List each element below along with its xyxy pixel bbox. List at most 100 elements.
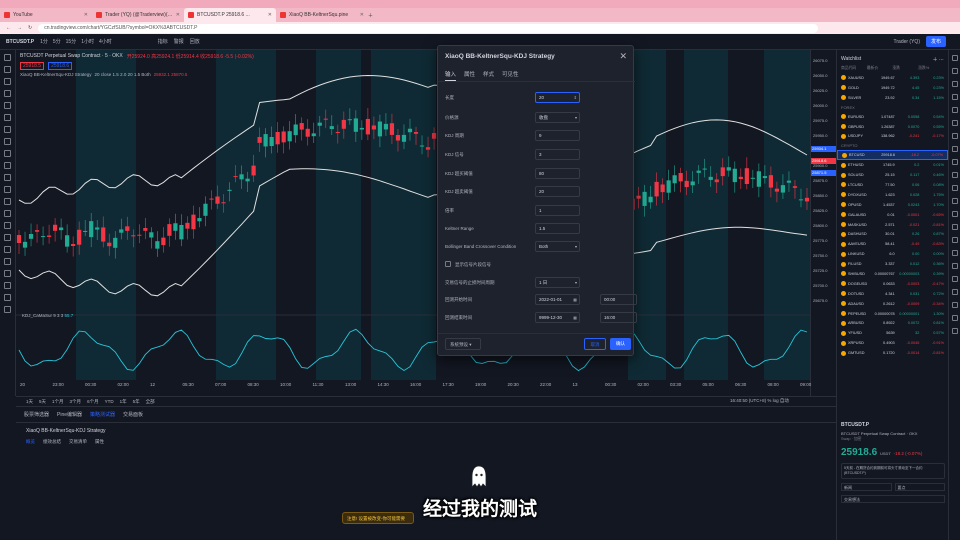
watchlist-row[interactable]: SHIBUSD 0.00000767 0.00000003 0.39%: [837, 269, 948, 279]
symbol-search[interactable]: BTCUSDT.P: [6, 39, 34, 45]
field-input[interactable]: Both ▾: [535, 241, 580, 252]
drawing-tool-icon[interactable]: [4, 186, 11, 193]
close-icon[interactable]: ✕: [84, 12, 88, 18]
drawing-tool-icon[interactable]: [4, 210, 11, 217]
sidebar-tool-icon[interactable]: [951, 81, 958, 87]
checkbox[interactable]: [445, 261, 451, 267]
sidebar-tool-icon[interactable]: [951, 276, 958, 282]
drawing-tool-icon[interactable]: [4, 222, 11, 229]
price-chart[interactable]: [16, 50, 810, 396]
sidebar-tool-icon[interactable]: [951, 237, 958, 243]
field-input[interactable]: 1.5: [535, 223, 580, 234]
browser-tab[interactable]: Trader (YQ) (@Traderview)(...) ✕: [92, 8, 184, 22]
watchlist-row[interactable]: OPUSD 1.4537 0.0243 1.70%: [837, 200, 948, 210]
scale-options[interactable]: % log 自动: [767, 398, 789, 403]
field-input[interactable]: 80: [535, 168, 580, 179]
close-icon[interactable]: ✕: [619, 51, 627, 62]
sidebar-tool-icon[interactable]: [951, 159, 958, 165]
drawing-tool-icon[interactable]: [4, 78, 11, 85]
drawing-tool-icon[interactable]: [4, 150, 11, 157]
timeframe-button[interactable]: 6个月: [87, 399, 99, 405]
alert-button[interactable]: 警报: [174, 38, 184, 45]
sidebar-tool-icon[interactable]: [951, 302, 958, 308]
tester-subtab[interactable]: 属性: [95, 439, 104, 445]
watchlist-row[interactable]: ADAUSD 0.2612 -0.0009 -0.34%: [837, 299, 948, 309]
back-icon[interactable]: ←: [6, 25, 11, 31]
timeframe-button[interactable]: 3个月: [70, 399, 82, 405]
close-icon[interactable]: ✕: [360, 12, 364, 18]
watchlist-row[interactable]: YFIUSD 5639 32 0.57%: [837, 328, 948, 338]
dialog-tab[interactable]: 属性: [464, 70, 475, 81]
browser-tab[interactable]: BTCUSDT.P 25918.6 ... ✕: [184, 8, 276, 22]
timeframe-button[interactable]: 5年: [133, 399, 140, 405]
watchlist-row[interactable]: MASKUSD 2.571 -0.021 -0.81%: [837, 220, 948, 230]
timeframe-button[interactable]: 1年: [120, 399, 127, 405]
watchlist-row[interactable]: GALAUSD 0.01 -0.0001 -0.65%: [837, 210, 948, 220]
sidebar-tool-icon[interactable]: [951, 289, 958, 295]
detail-keyfacts-button[interactable]: 要点: [894, 483, 945, 491]
bottom-tab[interactable]: 股票筛选器: [24, 411, 49, 418]
ok-button[interactable]: 确认: [610, 338, 631, 350]
field-input[interactable]: 2022-01-01 ▦: [535, 294, 580, 305]
sidebar-tool-icon[interactable]: [951, 107, 958, 113]
sidebar-tool-icon[interactable]: [951, 198, 958, 204]
watchlist-row[interactable]: AAVEUSD 58.41 -0.49 -0.83%: [837, 239, 948, 249]
drawing-tool-icon[interactable]: [4, 126, 11, 133]
drawing-tool-icon[interactable]: [4, 102, 11, 109]
field-input[interactable]: 1: [535, 205, 580, 216]
interval-button[interactable]: 5分: [53, 38, 61, 45]
dialog-tab[interactable]: 可见性: [502, 70, 519, 81]
watchlist-row[interactable]: DOGEUSD 0.0633 -0.0003 -0.47%: [837, 279, 948, 289]
sidebar-tool-icon[interactable]: [951, 94, 958, 100]
buy-price[interactable]: 25918.6: [48, 62, 73, 70]
sidebar-tool-icon[interactable]: [951, 250, 958, 256]
tester-subtab[interactable]: 概览: [26, 439, 35, 445]
sidebar-tool-icon[interactable]: [951, 185, 958, 191]
clock-text[interactable]: 16:40:50 (UTC+8): [730, 398, 766, 403]
field-input[interactable]: 3: [535, 149, 580, 160]
field-input[interactable]: 20 ⇕: [535, 92, 580, 103]
sidebar-tool-icon[interactable]: [951, 172, 958, 178]
bottom-tab[interactable]: 交易面板: [123, 411, 143, 418]
time-input[interactable]: 00:00: [600, 294, 637, 305]
time-axis[interactable]: 20 23:00 00:30 02:00 12 05:30 07:00 08:30 10:00 1…: [16, 382, 811, 390]
watchlist-row[interactable]: ARBUSD 0.8922 0.0072 0.81%: [837, 318, 948, 328]
drawing-tool-icon[interactable]: [4, 282, 11, 289]
kdj-name[interactable]: KDJ_CaMaSur 9 3 3: [22, 313, 63, 318]
watchlist-column-header[interactable]: 涨跌: [893, 66, 919, 71]
watchlist-row[interactable]: PEPEUSD 0.00000078 0.00000001 1.30%: [837, 309, 948, 319]
close-icon[interactable]: ✕: [176, 12, 180, 18]
drawing-tool-icon[interactable]: [4, 270, 11, 277]
sidebar-tool-icon[interactable]: [951, 315, 958, 321]
watchlist-section-title[interactable]: FOREX: [837, 103, 948, 112]
sidebar-tool-icon[interactable]: [951, 120, 958, 126]
watchlist-row[interactable]: XRPUSD 0.4903 -0.0045 -0.91%: [837, 338, 948, 348]
cancel-button[interactable]: 取消: [584, 338, 606, 350]
sidebar-tool-icon[interactable]: [951, 133, 958, 139]
watchlist-row[interactable]: DYDXUSD 1.623 0.028 1.75%: [837, 190, 948, 200]
drawing-tool-icon[interactable]: [4, 174, 11, 181]
dialog-tab[interactable]: 样式: [483, 70, 494, 81]
timeframe-button[interactable]: 5天: [39, 399, 46, 405]
watchlist-column-header[interactable]: 商品代码: [841, 66, 867, 71]
user-name[interactable]: Trader (YQ): [894, 39, 920, 45]
new-tab-icon[interactable]: ＋: [368, 12, 373, 19]
watchlist-row[interactable]: GBPUSD 1.26387 0.0070 0.55%: [837, 122, 948, 132]
drawing-tool-icon[interactable]: [4, 66, 11, 73]
field-input[interactable]: 9999-12-30 ▦: [535, 312, 580, 323]
timeframe-button[interactable]: 1天: [26, 399, 33, 405]
watchlist-row[interactable]: SOLUSD 25.15 0.117 0.46%: [837, 170, 948, 180]
watchlist-row[interactable]: DOTUSD 4.341 0.031 0.72%: [837, 289, 948, 299]
interval-button[interactable]: 15分: [66, 38, 77, 45]
interval-button[interactable]: 1小时: [81, 38, 94, 45]
watchlist-row[interactable]: GMTUSD 0.1720 -0.0014 -0.81%: [837, 348, 948, 358]
tester-subtab[interactable]: 交易清单: [69, 439, 87, 445]
sidebar-tool-icon[interactable]: [951, 55, 958, 61]
forward-icon[interactable]: →: [17, 25, 22, 31]
watchlist-row[interactable]: EURUSD 1.07487 0.0058 0.54%: [837, 112, 948, 122]
reload-icon[interactable]: ↻: [28, 25, 32, 31]
watchlist-row[interactable]: BTCUSD 25918.6 -18.2 -0.07%: [837, 150, 948, 161]
defaults-dropdown[interactable]: 系统预设 ▾: [445, 338, 481, 350]
drawing-tool-icon[interactable]: [4, 114, 11, 121]
drawing-tool-icon[interactable]: [4, 54, 11, 61]
